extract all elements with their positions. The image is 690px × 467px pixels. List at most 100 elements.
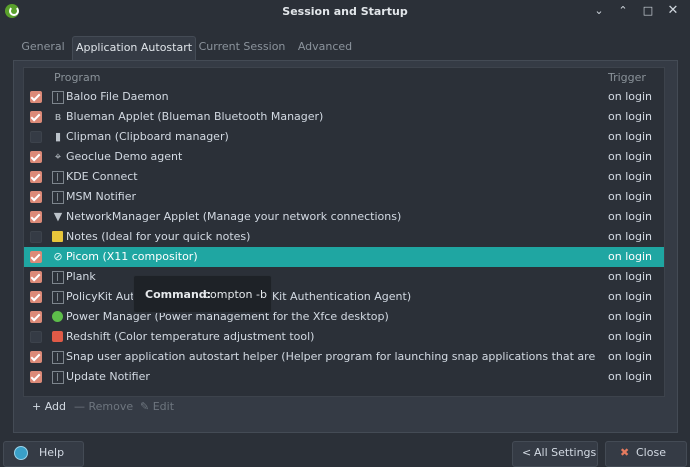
list-header: Program Trigger (24, 68, 664, 87)
program-name: Clipman (Clipboard manager) (66, 130, 229, 143)
trigger-value[interactable]: on login (608, 210, 652, 223)
trigger-value[interactable]: on login (608, 330, 652, 343)
edit-button[interactable]: ✎ Edit (140, 397, 174, 417)
clipboard-icon: ▮ (54, 130, 62, 143)
enable-checkbox[interactable] (30, 151, 42, 163)
enable-checkbox[interactable] (30, 371, 42, 383)
program-name: Notes (Ideal for your quick notes) (66, 230, 251, 243)
redshift-icon (52, 331, 63, 342)
remove-button[interactable]: — Remove (74, 397, 133, 417)
list-item[interactable]: ⊘ Picom (X11 compositor) on login (24, 247, 664, 267)
trigger-value[interactable]: on login (608, 130, 652, 143)
wifi-icon: ▼ (53, 210, 63, 223)
enable-checkbox[interactable] (30, 191, 42, 203)
chevron-left-icon: < (522, 446, 532, 459)
enable-checkbox[interactable] (30, 211, 42, 223)
location-pin-icon: ⌖ (54, 150, 62, 163)
list-item[interactable]: Update Notifier on login (24, 367, 664, 387)
generic-app-icon (52, 351, 64, 364)
list-item[interactable]: PolicyKit Authentication Agent (PolicyKi… (24, 287, 664, 307)
trigger-value[interactable]: on login (608, 170, 652, 183)
enable-checkbox[interactable] (30, 331, 42, 343)
enable-checkbox[interactable] (30, 231, 42, 243)
trigger-value[interactable]: on login (608, 250, 652, 263)
generic-app-icon (52, 271, 64, 284)
list-item[interactable]: KDE Connect on login (24, 167, 664, 187)
minus-icon: — (74, 400, 89, 413)
power-icon (52, 311, 63, 322)
close-button[interactable]: ✖ Close (605, 441, 687, 467)
generic-app-icon (52, 191, 64, 204)
list-item[interactable]: Snap user application autostart helper (… (24, 347, 664, 367)
generic-app-icon (52, 371, 64, 384)
program-name: NetworkManager Applet (Manage your netwo… (66, 210, 402, 223)
program-name: Redshift (Color temperature adjustment t… (66, 330, 315, 343)
program-name: Update Notifier (66, 370, 150, 383)
trigger-value[interactable]: on login (608, 230, 652, 243)
add-button[interactable]: + Add (32, 397, 66, 417)
tab-general[interactable]: General (14, 36, 72, 60)
tab-application-autostart[interactable]: Application Autostart (72, 36, 196, 61)
program-name: KDE Connect (66, 170, 138, 183)
window-title: Session and Startup (282, 5, 408, 18)
close-x-icon: ✖ (620, 446, 630, 459)
enable-checkbox[interactable] (30, 171, 42, 183)
program-name: Blueman Applet (Blueman Bluetooth Manage… (66, 110, 324, 123)
program-name: Geoclue Demo agent (66, 150, 183, 163)
list-item[interactable]: ▼ NetworkManager Applet (Manage your netw… (24, 207, 664, 227)
trigger-value[interactable]: on login (608, 270, 652, 283)
list-item[interactable]: Baloo File Daemon on login (24, 87, 664, 107)
program-name: Picom (X11 compositor) (66, 250, 198, 263)
list-item[interactable]: MSM Notifier on login (24, 187, 664, 207)
command-tooltip: Command: compton -b (133, 275, 272, 313)
trigger-value[interactable]: on login (608, 150, 652, 163)
chevron-up-icon[interactable]: ⌃ (615, 3, 631, 19)
program-name: Snap user application autostart helper (… (66, 350, 596, 363)
close-icon[interactable]: ✕ (665, 3, 681, 19)
maximize-icon[interactable]: □ (640, 3, 656, 19)
trigger-value[interactable]: on login (608, 370, 652, 383)
generic-app-icon (52, 91, 64, 104)
notes-icon (52, 231, 63, 242)
autostart-list[interactable]: Program Trigger Baloo File Daemon on logi… (23, 67, 665, 397)
list-item[interactable]: Power Manager (Power management for the … (24, 307, 664, 327)
trigger-value[interactable]: on login (608, 90, 652, 103)
all-settings-button[interactable]: < All Settings (512, 441, 598, 467)
plus-icon: + (32, 400, 45, 413)
list-toolbar: + Add — Remove ✎ Edit (23, 395, 663, 417)
trigger-value[interactable]: on login (608, 190, 652, 203)
program-name: Baloo File Daemon (66, 90, 169, 103)
trigger-value[interactable]: on login (608, 310, 652, 323)
trigger-value[interactable]: on login (608, 110, 652, 123)
column-header-trigger[interactable]: Trigger (608, 71, 646, 84)
trigger-value[interactable]: on login (608, 350, 652, 363)
enable-checkbox[interactable] (30, 131, 42, 143)
no-entry-icon: ⊘ (53, 250, 63, 263)
pencil-icon: ✎ (140, 400, 153, 413)
program-name: MSM Notifier (66, 190, 137, 203)
list-item[interactable]: Redshift (Color temperature adjustment t… (24, 327, 664, 347)
enable-checkbox[interactable] (30, 271, 42, 283)
enable-checkbox[interactable] (30, 91, 42, 103)
generic-app-icon (52, 171, 64, 184)
chevron-down-icon[interactable]: ⌄ (591, 3, 607, 19)
column-header-program[interactable]: Program (54, 71, 100, 84)
enable-checkbox[interactable] (30, 251, 42, 263)
title-bar: Session and Startup ⌄ ⌃ □ ✕ (0, 0, 690, 24)
enable-checkbox[interactable] (30, 311, 42, 323)
list-item[interactable]: Notes (Ideal for your quick notes) on log… (24, 227, 664, 247)
enable-checkbox[interactable] (30, 291, 42, 303)
bluetooth-icon: ʙ (54, 110, 62, 123)
tooltip-label: Command: (145, 288, 212, 301)
list-item[interactable]: ⌖ Geoclue Demo agent on login (24, 147, 664, 167)
tab-current-session[interactable]: Current Session (196, 36, 288, 60)
generic-app-icon (52, 291, 64, 304)
tab-advanced[interactable]: Advanced (290, 36, 360, 60)
trigger-value[interactable]: on login (608, 290, 652, 303)
enable-checkbox[interactable] (30, 111, 42, 123)
help-button[interactable]: Help (3, 441, 84, 467)
list-item[interactable]: ▮ Clipman (Clipboard manager) on login (24, 127, 664, 147)
list-item[interactable]: Plank on login (24, 267, 664, 287)
list-item[interactable]: ʙ Blueman Applet (Blueman Bluetooth Manag… (24, 107, 664, 127)
enable-checkbox[interactable] (30, 351, 42, 363)
